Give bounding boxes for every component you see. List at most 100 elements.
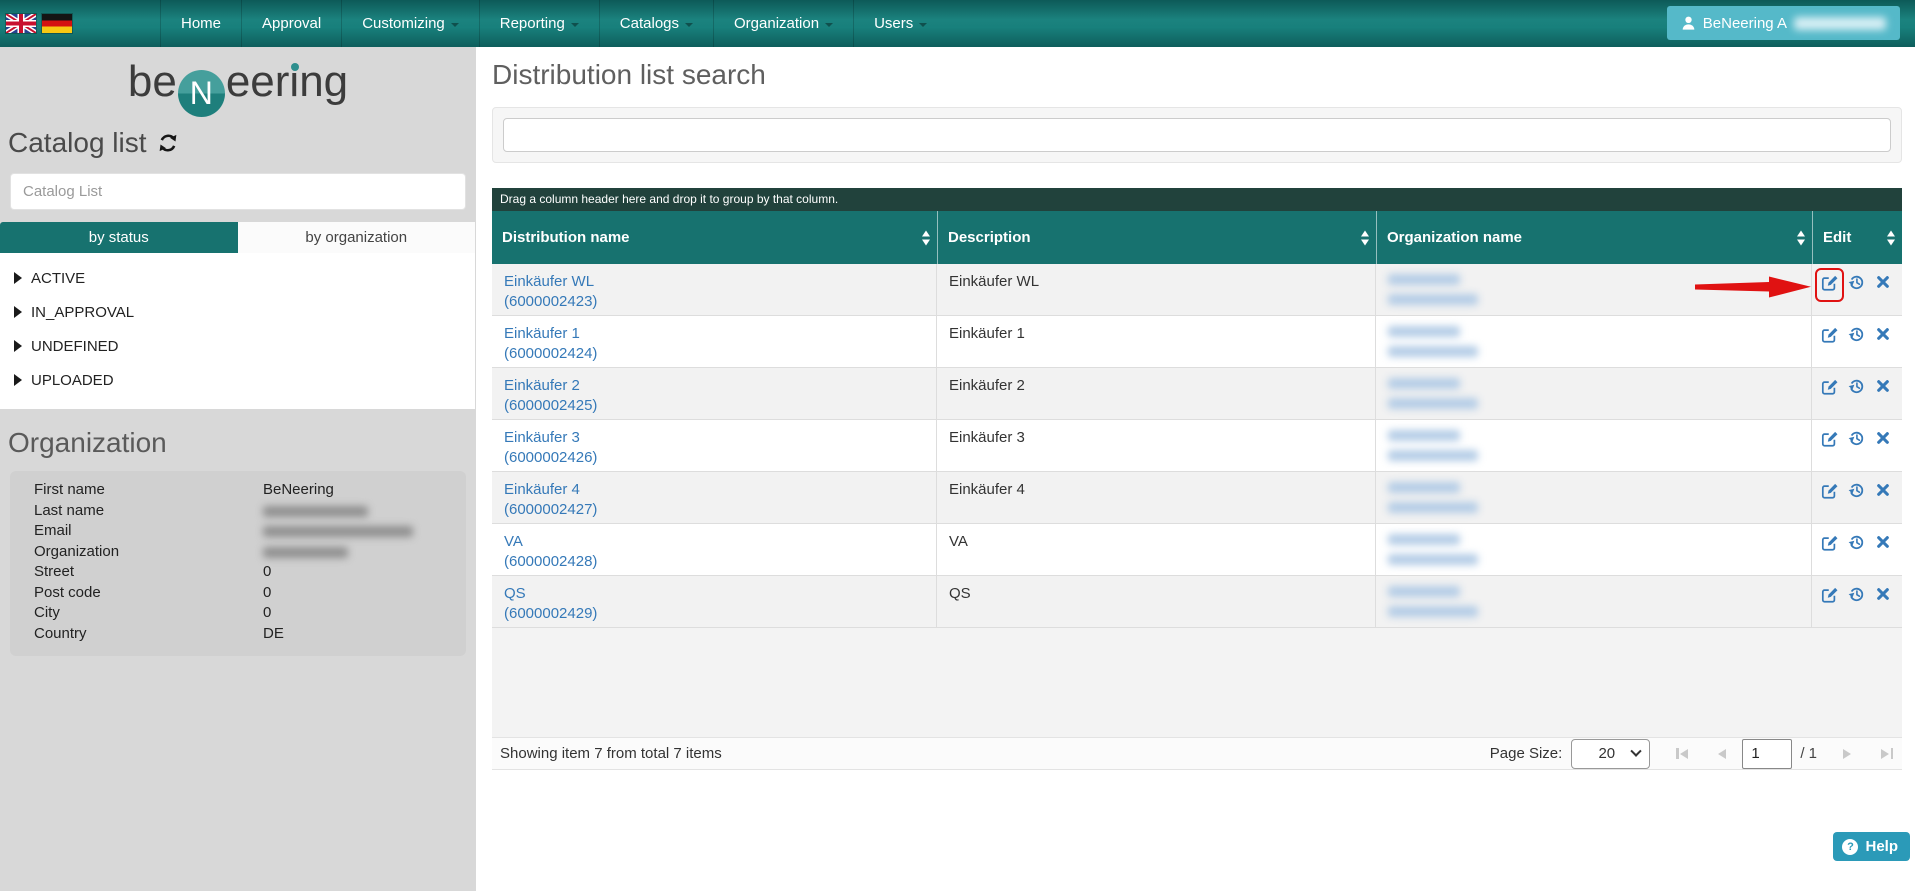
tree-item[interactable]: ACTIVE: [0, 261, 475, 295]
menu-item[interactable]: Reporting: [479, 0, 599, 47]
distribution-name-link[interactable]: Einkäufer WL: [504, 272, 924, 292]
menu-item[interactable]: Users: [853, 0, 947, 47]
page-size-select[interactable]: 20: [1571, 739, 1650, 769]
menu-item-label: Catalogs: [620, 15, 679, 32]
delete-icon[interactable]: [1875, 430, 1891, 446]
organization-field: Country DE: [10, 624, 466, 645]
delete-icon[interactable]: [1875, 482, 1891, 498]
redacted-org-name: [1388, 378, 1460, 389]
annotation-highlight-box: [1815, 268, 1844, 302]
organization-name-cell: [1376, 316, 1812, 367]
refresh-icon[interactable]: [157, 132, 179, 154]
tree-item[interactable]: UPLOADED: [0, 363, 475, 397]
sort-icon[interactable]: [1797, 230, 1805, 245]
group-drag-hint[interactable]: Drag a column header here and drop it to…: [492, 188, 1902, 211]
menu-item[interactable]: Approval: [241, 0, 341, 47]
edit-icon[interactable]: [1821, 378, 1838, 395]
catalog-tabs: by status by organization: [0, 222, 475, 253]
menu-item[interactable]: Catalogs: [599, 0, 713, 47]
tree-item-label: IN_APPROVAL: [31, 304, 134, 321]
distribution-name-link[interactable]: Einkäufer 4: [504, 480, 924, 500]
distribution-id-link[interactable]: (6000002426): [504, 448, 924, 468]
edit-cell: [1812, 524, 1902, 575]
field-label: Country: [10, 625, 87, 642]
distribution-id-link[interactable]: (6000002427): [504, 500, 924, 520]
menu-item[interactable]: Organization: [713, 0, 853, 47]
delete-icon[interactable]: [1875, 378, 1891, 394]
edit-icon[interactable]: [1821, 534, 1838, 551]
main-content: Distribution list search Drag a column h…: [476, 47, 1915, 891]
last-page-button[interactable]: [1881, 748, 1893, 759]
redacted-user-text: [1794, 17, 1886, 30]
history-icon[interactable]: [1848, 586, 1865, 603]
first-page-button[interactable]: [1676, 748, 1688, 759]
expand-arrow-icon: [14, 272, 22, 284]
distribution-name-link[interactable]: Einkäufer 3: [504, 428, 924, 448]
tab-by-status[interactable]: by status: [0, 222, 238, 253]
distribution-id-link[interactable]: (6000002424): [504, 344, 924, 364]
grid-footer: Showing item 7 from total 7 items Page S…: [492, 737, 1902, 770]
distribution-name-link[interactable]: QS: [504, 584, 924, 604]
logo-n-circle: N: [178, 70, 225, 117]
field-value: DE: [263, 624, 284, 645]
german-flag-icon[interactable]: [42, 14, 72, 33]
description-text: QS: [949, 585, 971, 602]
history-icon[interactable]: [1848, 430, 1865, 447]
sort-icon[interactable]: [1887, 230, 1895, 245]
uk-flag-icon[interactable]: [6, 14, 36, 33]
column-header[interactable]: Edit: [1812, 211, 1902, 264]
sort-icon[interactable]: [922, 230, 930, 245]
column-header-label: Organization name: [1387, 229, 1522, 246]
prev-page-button[interactable]: [1718, 749, 1726, 759]
tree-item[interactable]: UNDEFINED: [0, 329, 475, 363]
tree-item[interactable]: IN_APPROVAL: [0, 295, 475, 329]
redacted-org-name: [1388, 554, 1478, 565]
delete-icon[interactable]: [1875, 534, 1891, 550]
page-title: Distribution list search: [492, 59, 1915, 91]
column-header[interactable]: Distribution name: [492, 211, 937, 264]
edit-icon[interactable]: [1821, 326, 1838, 343]
distribution-name-cell: Einkäufer 4 (6000002427): [492, 472, 937, 523]
page-total: / 1: [1800, 745, 1817, 762]
organization-field: City 0: [10, 603, 466, 624]
distribution-id-link[interactable]: (6000002429): [504, 604, 924, 624]
distribution-id-link[interactable]: (6000002425): [504, 396, 924, 416]
distribution-search-input[interactable]: [503, 118, 1891, 152]
description-cell: QS: [937, 576, 1376, 627]
history-icon[interactable]: [1848, 482, 1865, 499]
history-icon[interactable]: [1848, 534, 1865, 551]
history-icon[interactable]: [1848, 274, 1865, 291]
sort-icon[interactable]: [1361, 230, 1369, 245]
menu-item[interactable]: Home: [160, 0, 241, 47]
description-text: Einkäufer WL: [949, 273, 1039, 290]
distribution-name-link[interactable]: Einkäufer 1: [504, 324, 924, 344]
delete-icon[interactable]: [1875, 586, 1891, 602]
grid-header: Distribution name Description Organizati…: [492, 211, 1902, 264]
menu-item-label: Approval: [262, 15, 321, 32]
delete-icon[interactable]: [1875, 274, 1891, 290]
page-number-input[interactable]: [1742, 739, 1792, 769]
expand-arrow-icon: [14, 306, 22, 318]
column-header[interactable]: Description: [937, 211, 1376, 264]
edit-icon[interactable]: [1821, 586, 1838, 603]
distribution-name-link[interactable]: VA: [504, 532, 924, 552]
column-header[interactable]: Organization name: [1376, 211, 1812, 264]
redacted-org-name: [1388, 430, 1460, 441]
user-name: BeNeering A: [1703, 15, 1787, 32]
menu-item[interactable]: Customizing: [341, 0, 479, 47]
next-page-button[interactable]: [1843, 749, 1851, 759]
history-icon[interactable]: [1848, 378, 1865, 395]
help-button[interactable]: ? Help: [1833, 832, 1910, 861]
delete-icon[interactable]: [1875, 326, 1891, 342]
edit-icon[interactable]: [1821, 482, 1838, 499]
column-header-label: Description: [948, 229, 1031, 246]
redacted-org-name: [1388, 294, 1478, 305]
distribution-name-link[interactable]: Einkäufer 2: [504, 376, 924, 396]
user-account-button[interactable]: BeNeering A: [1667, 6, 1900, 40]
history-icon[interactable]: [1848, 326, 1865, 343]
distribution-id-link[interactable]: (6000002428): [504, 552, 924, 572]
distribution-id-link[interactable]: (6000002423): [504, 292, 924, 312]
tab-by-organization[interactable]: by organization: [238, 222, 476, 253]
edit-icon[interactable]: [1821, 430, 1838, 447]
catalog-search-input[interactable]: [10, 173, 466, 210]
